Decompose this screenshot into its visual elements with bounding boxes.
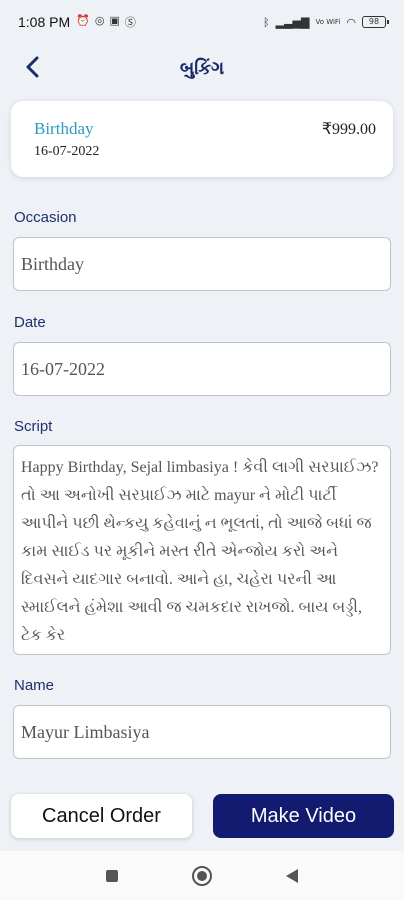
name-field[interactable]: Mayur Limbasiya xyxy=(13,705,391,759)
system-nav-bar xyxy=(0,851,404,900)
back-button[interactable] xyxy=(18,52,48,82)
notification-icons: ⏰ ◎ ▣ Ⓢ xyxy=(76,14,136,30)
script-label: Script xyxy=(14,418,53,435)
wifi-icon: ◠ xyxy=(346,15,356,29)
status-right: ᛒ ▂▃▅▇ Vo WiFi ◠ 98 xyxy=(263,15,389,29)
date-value: 16-07-2022 xyxy=(21,358,105,379)
script-textarea[interactable]: Happy Birthday, Sejal limbasiya ! કેવી લ… xyxy=(13,445,391,655)
back-nav-button[interactable] xyxy=(281,865,303,887)
cancel-order-button[interactable]: Cancel Order xyxy=(11,794,192,838)
booking-summary-card: Birthday 16-07-2022 ₹999.00 xyxy=(11,101,393,177)
signal-icon: ▂▃▅▇ xyxy=(275,15,310,29)
name-value: Mayur Limbasiya xyxy=(21,721,150,742)
date-field[interactable]: 16-07-2022 xyxy=(13,342,391,396)
status-left: 1:08 PM ⏰ ◎ ▣ Ⓢ xyxy=(18,14,136,30)
sim-icon: Ⓢ xyxy=(124,16,136,29)
chevron-left-icon xyxy=(26,56,39,78)
bluetooth-icon: ᛒ xyxy=(263,15,270,29)
network-label: Vo WiFi xyxy=(315,18,341,26)
back-triangle-icon xyxy=(286,868,298,883)
script-value: Happy Birthday, Sejal limbasiya ! કેવી લ… xyxy=(21,459,379,644)
app-header: બુકિંગ xyxy=(0,44,404,92)
recents-square-icon xyxy=(106,869,118,882)
occasion-value: Birthday xyxy=(21,253,84,274)
occasion-field[interactable]: Birthday xyxy=(13,237,391,291)
page-title: બુકિંગ xyxy=(179,57,225,79)
home-button[interactable] xyxy=(191,865,213,887)
status-bar: 1:08 PM ⏰ ◎ ▣ Ⓢ ᛒ ▂▃▅▇ Vo WiFi ◠ 98 xyxy=(0,0,404,44)
battery-icon: 98 xyxy=(362,16,389,28)
home-circle-icon xyxy=(192,865,212,886)
summary-date: 16-07-2022 xyxy=(34,144,100,159)
alarm-icon: ⏰ xyxy=(76,14,90,27)
message-icon: ▣ xyxy=(109,14,120,27)
date-label: Date xyxy=(14,314,46,331)
status-time: 1:08 PM xyxy=(18,14,71,30)
battery-level: 98 xyxy=(368,17,380,26)
summary-price: ₹999.00 xyxy=(321,121,376,138)
occasion-label: Occasion xyxy=(14,209,77,226)
recents-button[interactable] xyxy=(101,865,123,887)
summary-occasion: Birthday xyxy=(34,119,94,138)
make-video-button[interactable]: Make Video xyxy=(213,794,394,838)
whatsapp-icon: ◎ xyxy=(94,14,105,27)
name-label: Name xyxy=(14,677,55,694)
